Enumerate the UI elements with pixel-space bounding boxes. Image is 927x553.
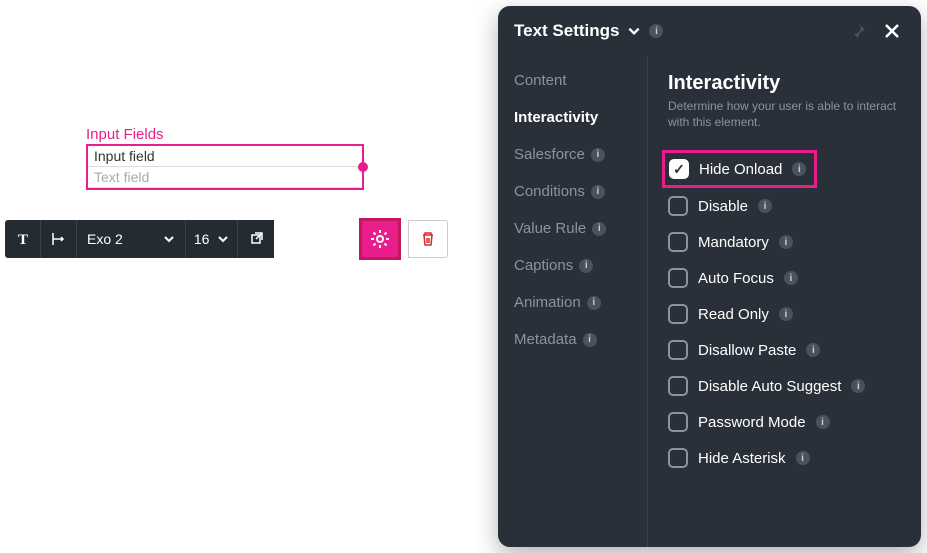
content-subtitle: Determine how your user is able to inter…	[668, 99, 901, 130]
content-title: Interactivity	[668, 72, 901, 95]
info-icon[interactable]: i	[792, 162, 806, 176]
option-label: Disable Auto Suggest	[698, 378, 841, 395]
sidebar-item-label: Value Rule	[514, 220, 586, 237]
font-family-select[interactable]: Exo 2	[77, 220, 186, 258]
option-auto-focus[interactable]: Auto Focus i	[668, 260, 901, 296]
option-label: Disable	[698, 198, 748, 215]
info-icon[interactable]: i	[649, 24, 663, 38]
info-icon[interactable]: i	[851, 379, 865, 393]
sidebar-item-label: Captions	[514, 257, 573, 274]
font-size-select[interactable]: 16	[186, 220, 239, 258]
info-icon[interactable]: i	[592, 222, 606, 236]
sidebar-item-label: Conditions	[514, 183, 585, 200]
panel-sidebar: ContentInteractivitySalesforceiCondition…	[498, 56, 648, 547]
info-icon[interactable]: i	[806, 343, 820, 357]
checkbox[interactable]	[668, 268, 688, 288]
resize-handle[interactable]	[358, 162, 368, 172]
input-field-label[interactable]: Input field	[88, 146, 362, 167]
input-field-placeholder[interactable]: Text field	[88, 167, 362, 188]
option-label: Disallow Paste	[698, 342, 796, 359]
option-label: Read Only	[698, 306, 769, 323]
sidebar-item-salesforce[interactable]: Salesforce i	[514, 146, 647, 163]
pin-icon	[851, 23, 867, 39]
gear-icon	[370, 229, 390, 249]
info-icon[interactable]: i	[816, 415, 830, 429]
close-icon	[883, 22, 901, 40]
option-hide-onload[interactable]: Hide Onload i	[662, 150, 817, 188]
info-icon[interactable]: i	[779, 235, 793, 249]
panel-header: Text Settings i	[498, 6, 921, 56]
chevron-down-icon	[163, 233, 175, 245]
checkbox[interactable]	[668, 196, 688, 216]
canvas-area: Input Fields Input field Text field T Ex…	[0, 0, 500, 553]
expand-button[interactable]	[238, 220, 274, 258]
sidebar-item-metadata[interactable]: Metadata i	[514, 331, 647, 348]
align-left-icon	[51, 231, 67, 247]
sidebar-item-content[interactable]: Content	[514, 72, 647, 89]
option-label: Hide Asterisk	[698, 450, 786, 467]
option-label: Mandatory	[698, 234, 769, 251]
text-style-button[interactable]: T	[5, 220, 41, 258]
option-mandatory[interactable]: Mandatory i	[668, 224, 901, 260]
checkbox[interactable]	[668, 376, 688, 396]
option-label: Auto Focus	[698, 270, 774, 287]
trash-icon	[420, 231, 436, 247]
close-button[interactable]	[879, 18, 905, 44]
pin-button[interactable]	[847, 19, 871, 43]
sidebar-item-label: Animation	[514, 294, 581, 311]
formatting-toolbar: T Exo 2 16	[5, 220, 274, 258]
align-button[interactable]	[41, 220, 77, 258]
font-size-value: 16	[194, 231, 210, 247]
sidebar-item-label: Salesforce	[514, 146, 585, 163]
sidebar-item-captions[interactable]: Captions i	[514, 257, 647, 274]
info-icon[interactable]: i	[591, 148, 605, 162]
panel-title: Text Settings	[514, 21, 619, 41]
selected-input-element[interactable]: Input field Text field	[86, 144, 364, 190]
settings-gear-button[interactable]	[359, 218, 401, 260]
sidebar-item-label: Metadata	[514, 331, 577, 348]
info-icon[interactable]: i	[583, 333, 597, 347]
info-icon[interactable]: i	[796, 451, 810, 465]
info-icon[interactable]: i	[591, 185, 605, 199]
checkbox[interactable]	[668, 412, 688, 432]
sidebar-item-label: Content	[514, 72, 567, 89]
info-icon[interactable]: i	[758, 199, 772, 213]
font-family-value: Exo 2	[87, 231, 123, 247]
text-icon: T	[15, 231, 31, 247]
option-read-only[interactable]: Read Only i	[668, 296, 901, 332]
checkbox[interactable]	[669, 159, 689, 179]
option-label: Hide Onload	[699, 161, 782, 178]
info-icon[interactable]: i	[779, 307, 793, 321]
option-label: Password Mode	[698, 414, 806, 431]
panel-content: Interactivity Determine how your user is…	[648, 56, 921, 547]
external-link-icon	[248, 231, 264, 247]
option-disallow-paste[interactable]: Disallow Paste i	[668, 332, 901, 368]
option-disable-auto-suggest[interactable]: Disable Auto Suggest i	[668, 368, 901, 404]
checkbox[interactable]	[668, 304, 688, 324]
option-password-mode[interactable]: Password Mode i	[668, 404, 901, 440]
option-hide-asterisk[interactable]: Hide Asterisk i	[668, 440, 901, 476]
info-icon[interactable]: i	[587, 296, 601, 310]
delete-button[interactable]	[408, 220, 448, 258]
element-type-label: Input Fields	[86, 126, 164, 143]
sidebar-item-animation[interactable]: Animation i	[514, 294, 647, 311]
svg-text:T: T	[17, 232, 27, 247]
option-disable[interactable]: Disable i	[668, 188, 901, 224]
chevron-down-icon	[217, 233, 229, 245]
panel-body: ContentInteractivitySalesforceiCondition…	[498, 56, 921, 547]
info-icon[interactable]: i	[784, 271, 798, 285]
checkbox[interactable]	[668, 448, 688, 468]
sidebar-item-conditions[interactable]: Conditions i	[514, 183, 647, 200]
checkbox[interactable]	[668, 340, 688, 360]
checkbox[interactable]	[668, 232, 688, 252]
sidebar-item-interactivity[interactable]: Interactivity	[514, 109, 647, 126]
sidebar-item-label: Interactivity	[514, 109, 598, 126]
info-icon[interactable]: i	[579, 259, 593, 273]
chevron-down-icon[interactable]	[627, 24, 641, 38]
text-settings-panel: Text Settings i Content Interactivity Sale…	[498, 6, 921, 547]
sidebar-item-value-rule[interactable]: Value Rule i	[514, 220, 647, 237]
